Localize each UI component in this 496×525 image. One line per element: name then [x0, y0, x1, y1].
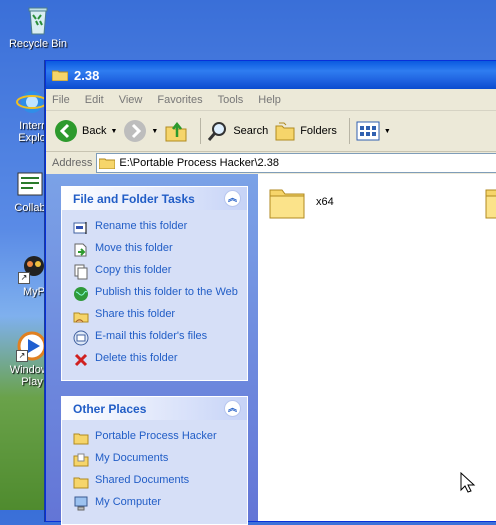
- collab-icon: [14, 168, 46, 200]
- menu-bar: File Edit View Favorites Tools Help: [46, 89, 496, 111]
- my-documents-icon: [73, 453, 89, 467]
- recycle-bin-icon: [22, 4, 54, 36]
- panel-title: Other Places: [73, 401, 147, 416]
- place-my-documents[interactable]: My Documents: [73, 452, 241, 468]
- folder-icon: [73, 433, 89, 445]
- folder-icon: [269, 189, 305, 219]
- folders-icon: [275, 122, 295, 141]
- toolbar: Back ▼ ▼ Search Folders ▼: [46, 111, 496, 152]
- back-button[interactable]: Back ▼: [54, 119, 117, 143]
- other-places-panel: Other Places ︽ Portable Process Hacker M…: [61, 396, 248, 525]
- search-icon: [208, 122, 227, 141]
- internet-explorer-icon: [16, 86, 48, 118]
- back-arrow-icon: [55, 120, 77, 142]
- views-icon: [356, 121, 380, 141]
- task-share-folder[interactable]: Share this folder: [73, 308, 241, 324]
- task-move-folder[interactable]: Move this folder: [73, 242, 241, 258]
- rename-icon: [73, 222, 87, 234]
- copy-icon: [74, 264, 88, 280]
- shortcut-arrow-icon: ↗: [18, 272, 30, 284]
- forward-button[interactable]: ▼: [123, 119, 158, 143]
- folder-icon: [52, 70, 68, 81]
- title-bar[interactable]: 2.38: [46, 61, 496, 89]
- up-folder-icon: [165, 121, 187, 142]
- folder-icon: [485, 189, 496, 219]
- delete-icon: [74, 353, 88, 367]
- window-body: File and Folder Tasks ︽ Rename this fold…: [46, 174, 496, 525]
- shortcut-arrow-icon: ↗: [16, 350, 28, 362]
- place-shared-documents[interactable]: Shared Documents: [73, 474, 241, 490]
- task-delete-folder[interactable]: Delete this folder: [73, 352, 241, 368]
- address-field[interactable]: E:\Portable Process Hacker\2.38: [96, 153, 496, 173]
- folders-button[interactable]: Folders: [274, 120, 337, 142]
- collapse-chevron-icon[interactable]: ︽: [224, 400, 241, 417]
- menu-favorites[interactable]: Favorites: [157, 94, 202, 106]
- window-title: 2.38: [74, 67, 100, 83]
- folder-x64[interactable]: x64: [268, 184, 334, 220]
- chevron-down-icon[interactable]: ▼: [384, 128, 391, 135]
- move-icon: [74, 243, 87, 257]
- place-portable-process-hacker[interactable]: Portable Process Hacker: [73, 430, 241, 446]
- panel-header[interactable]: Other Places ︽: [62, 397, 247, 420]
- chevron-down-icon[interactable]: ▼: [151, 128, 158, 135]
- views-button[interactable]: ▼: [356, 121, 391, 141]
- address-label: Address: [52, 157, 93, 169]
- folder-icon: [73, 477, 89, 489]
- publish-web-icon: [74, 287, 88, 301]
- explorer-window: 2.38 File Edit View Favorites Tools Help…: [45, 60, 496, 525]
- share-icon: [73, 312, 89, 323]
- address-value: E:\Portable Process Hacker\2.38: [119, 157, 279, 169]
- email-icon: [73, 330, 89, 346]
- task-rename-folder[interactable]: Rename this folder: [73, 220, 241, 236]
- file-list: x64: [258, 174, 496, 521]
- folder-name: x64: [316, 196, 334, 208]
- folder-item[interactable]: [484, 184, 496, 220]
- up-folder-button[interactable]: [164, 119, 188, 143]
- menu-help[interactable]: Help: [258, 94, 281, 106]
- desktop-icon-recycle-bin[interactable]: Recycle Bin: [0, 4, 76, 50]
- mouse-cursor-icon: [460, 472, 476, 493]
- menu-edit[interactable]: Edit: [85, 94, 104, 106]
- toolbar-separator: [348, 118, 350, 144]
- collapse-chevron-icon[interactable]: ︽: [224, 190, 241, 207]
- forward-arrow-icon: [124, 120, 147, 142]
- task-pane: File and Folder Tasks ︽ Rename this fold…: [46, 174, 258, 525]
- search-button[interactable]: Search: [207, 120, 268, 142]
- panel-header[interactable]: File and Folder Tasks ︽: [62, 187, 247, 210]
- task-copy-folder[interactable]: Copy this folder: [73, 264, 241, 280]
- folder-icon: [99, 158, 116, 169]
- file-folder-tasks-panel: File and Folder Tasks ︽ Rename this fold…: [61, 186, 248, 381]
- media-player-icon: ↗: [16, 330, 48, 362]
- menu-file[interactable]: File: [52, 94, 70, 106]
- task-email-files[interactable]: E-mail this folder's files: [73, 330, 241, 346]
- menu-view[interactable]: View: [119, 94, 143, 106]
- menu-tools[interactable]: Tools: [218, 94, 244, 106]
- chevron-down-icon[interactable]: ▼: [110, 128, 117, 135]
- task-publish-web[interactable]: Publish this folder to the Web: [73, 286, 241, 302]
- panel-title: File and Folder Tasks: [73, 191, 195, 206]
- toolbar-separator: [200, 118, 202, 144]
- address-bar: Address E:\Portable Process Hacker\2.38: [46, 152, 496, 175]
